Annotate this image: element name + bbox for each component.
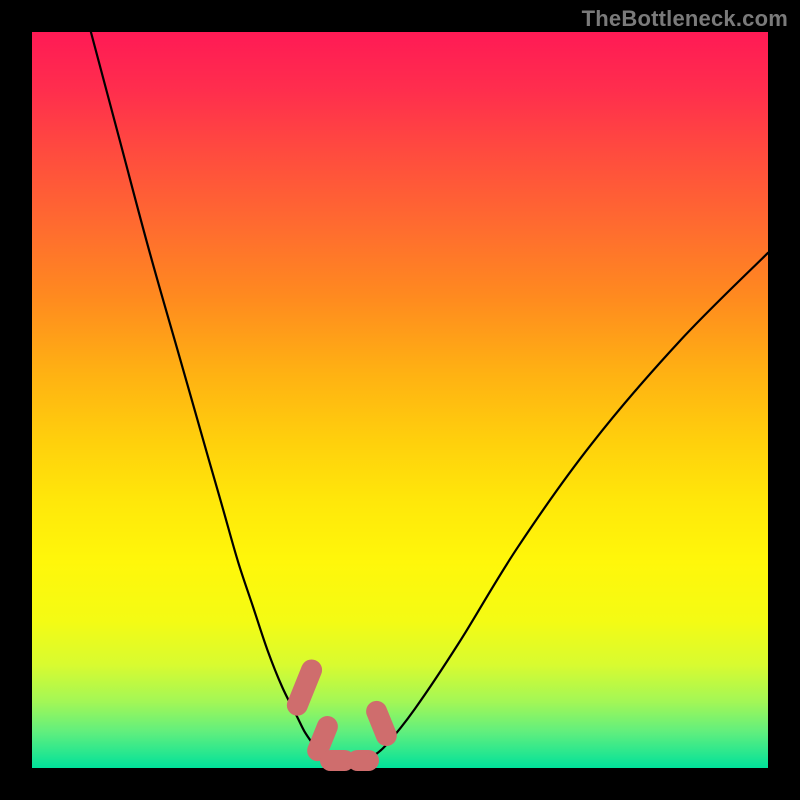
marker-floor-right — [347, 750, 379, 771]
curve-layer — [32, 32, 768, 768]
bottleneck-curve — [91, 32, 768, 764]
watermark-text: TheBottleneck.com — [582, 6, 788, 32]
chart-root: TheBottleneck.com — [0, 0, 800, 800]
plot-area — [32, 32, 768, 768]
